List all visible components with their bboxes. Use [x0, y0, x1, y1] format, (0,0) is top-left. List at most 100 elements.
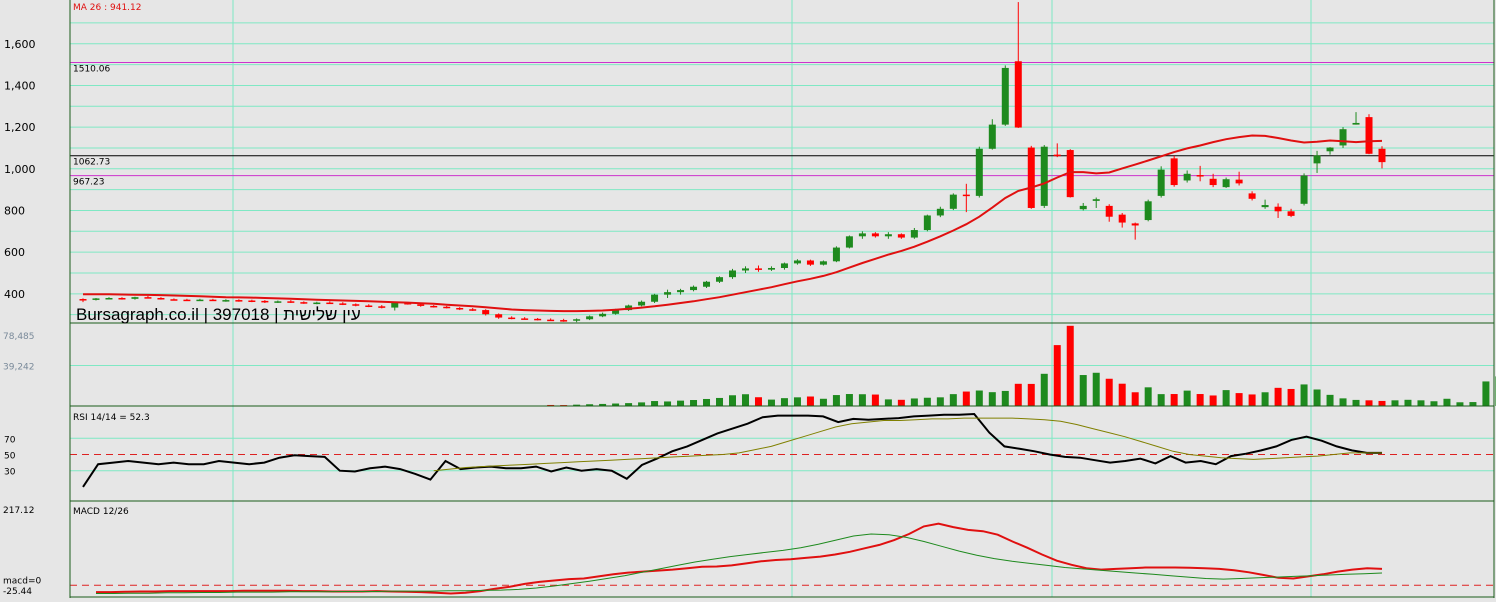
watermark-text: Bursagraph.co.il | 397018 | עין שלישית	[76, 305, 361, 324]
candle-up	[858, 233, 866, 237]
candle-down	[1235, 179, 1243, 184]
candle-down	[871, 233, 879, 237]
candle-up	[92, 298, 100, 300]
volume-bar	[897, 399, 905, 406]
candle-up	[1352, 122, 1360, 125]
price-panel-title: MA 26 : 941.12	[73, 3, 141, 13]
volume-bar	[1079, 375, 1087, 406]
candle-down	[1287, 211, 1295, 216]
volume-bar	[1066, 325, 1074, 406]
candle-up	[1092, 199, 1100, 201]
volume-tick-label: 39,242	[3, 363, 35, 373]
candle-up	[222, 300, 230, 302]
candle-down	[534, 318, 542, 321]
volume-bar	[949, 394, 957, 406]
candle-up	[1313, 155, 1321, 164]
volume-bar	[819, 398, 827, 406]
volume-bar	[690, 400, 698, 406]
candle-up	[819, 261, 827, 265]
candle-up	[1326, 147, 1334, 152]
candle-down	[1248, 193, 1256, 199]
volume-bar	[806, 396, 814, 406]
macd-tick-label: -25.44	[3, 587, 32, 597]
volume-bar	[910, 398, 918, 406]
volume-bar	[1300, 384, 1308, 406]
candle-down	[443, 306, 451, 309]
candle-up	[923, 215, 931, 231]
candle-down	[806, 260, 814, 265]
candle-down	[469, 309, 477, 311]
candle-up	[780, 263, 788, 268]
volume-bar	[1443, 398, 1451, 406]
candle-down	[1118, 214, 1126, 223]
volume-bar	[1001, 390, 1009, 406]
volume-bar	[793, 397, 801, 406]
volume-bar	[1339, 398, 1347, 406]
candle-down	[1170, 158, 1178, 186]
volume-bar	[1326, 394, 1334, 406]
candle-up	[651, 294, 659, 302]
candle-down	[248, 300, 256, 302]
volume-bar	[1469, 402, 1477, 406]
rsi-tick-label: 50	[4, 452, 16, 462]
volume-bar	[716, 397, 724, 406]
candle-down	[1027, 147, 1035, 208]
volume-bar	[1144, 387, 1152, 406]
candle-up	[690, 286, 698, 291]
candle-down	[365, 305, 373, 307]
candle-down	[1378, 148, 1386, 163]
volume-bar	[858, 394, 866, 406]
volume-bar	[1248, 394, 1256, 406]
macd-tick-label: 217.12	[3, 506, 35, 516]
chart-svg: 400 600 800 1,000 1,200 1,400 1,600 1510.06 1062…	[0, 0, 1496, 598]
candle-down	[209, 299, 217, 302]
candle-down	[1209, 178, 1217, 186]
candle-up	[1040, 146, 1048, 206]
volume-bar	[1118, 383, 1126, 406]
price-level-label: 1062.73	[73, 158, 110, 168]
candle-down	[1365, 117, 1373, 154]
price-tick-label: 600	[4, 246, 25, 259]
rsi-panel-title: RSI 14/14 = 52.3	[73, 413, 150, 423]
candle-up	[131, 297, 139, 299]
price-tick-label: 1,400	[4, 79, 36, 92]
volume-bar	[845, 394, 853, 406]
volume-bar	[832, 395, 840, 406]
volume-bar	[729, 395, 736, 406]
price-tick-label: 1,200	[4, 121, 36, 134]
volume-bar	[1417, 400, 1425, 406]
candle-up	[196, 299, 204, 302]
candle-up	[586, 316, 594, 320]
candle-up	[832, 247, 840, 262]
volume-bar	[1222, 390, 1230, 406]
candle-down	[1014, 61, 1022, 128]
candle-up	[845, 236, 853, 248]
candle-up	[741, 268, 749, 271]
candle-down	[170, 299, 178, 301]
candle-down	[754, 268, 762, 270]
candle-down	[495, 314, 503, 318]
volume-bar	[975, 390, 983, 406]
rsi-tick-label: 70	[4, 435, 16, 445]
candle-down	[547, 319, 555, 322]
candle-down	[1131, 223, 1139, 226]
candle-down	[560, 320, 568, 322]
volume-bar	[664, 401, 672, 406]
price-tick-label: 1,000	[4, 163, 36, 176]
volume-bar	[884, 399, 892, 406]
macd-tick-label: macd=0	[3, 576, 41, 586]
candle-up	[1144, 201, 1152, 221]
candle-down	[508, 317, 516, 320]
volume-bar	[1430, 401, 1438, 406]
volume-bar	[871, 394, 879, 406]
volume-bar	[677, 400, 685, 406]
candle-up	[573, 319, 581, 321]
volume-bar	[1209, 395, 1217, 406]
candle-down	[261, 300, 269, 303]
volume-bar	[1482, 381, 1490, 406]
macd-panel-title: MACD 12/26	[73, 507, 129, 517]
candle-down	[962, 194, 970, 197]
volume-bar	[1313, 389, 1321, 406]
candle-up	[949, 194, 957, 209]
volume-bar	[1378, 400, 1386, 406]
